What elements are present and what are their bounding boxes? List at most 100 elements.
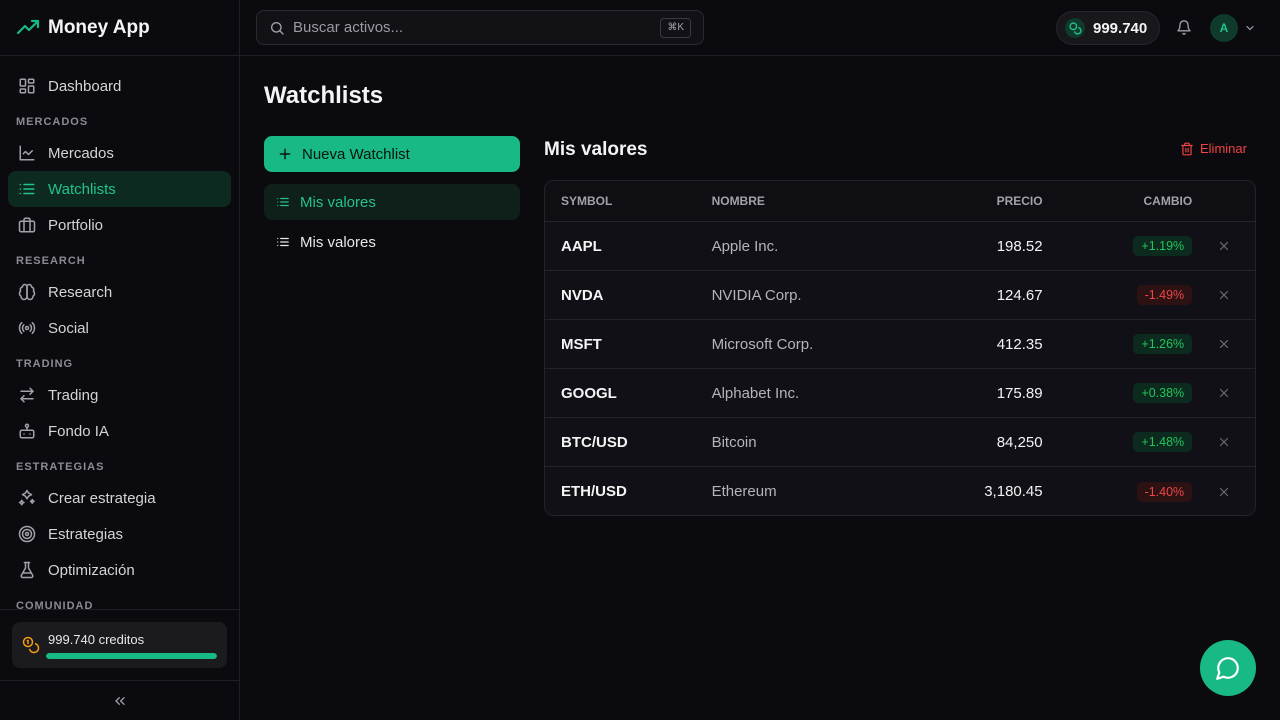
remove-row-button[interactable] [1192,486,1255,498]
change-cell: +0.38% [1043,383,1193,403]
sidebar-item-portfolio[interactable]: Portfolio [8,207,231,243]
credits-area: 999.740 creditos [0,609,239,680]
sidebar-item-estrategias[interactable]: Estrategias [8,516,231,552]
sidebar-item-optimización[interactable]: Optimización [8,552,231,588]
name-cell: Bitcoin [711,433,757,451]
close-icon [1218,486,1230,498]
target-icon [18,525,36,543]
credits-progress [46,653,217,659]
sidebar-item-dashboard[interactable]: Dashboard [8,68,231,104]
remove-row-button[interactable] [1192,289,1255,301]
name-cell: Ethereum [711,483,777,500]
trash-icon [1180,142,1194,156]
change-cell: -1.40% [1043,481,1193,502]
chat-button[interactable] [1200,640,1256,696]
dashboard-icon [18,77,36,95]
change-badge: -1.49% [1136,285,1193,305]
remove-row-button[interactable] [1192,387,1255,399]
sidebar-item-fondo-ia[interactable]: Fondo IA [8,413,231,449]
page-title: Watchlists [264,82,384,109]
change-badge: +1.48% [1133,432,1193,452]
sidebar-item-crear-estrategia[interactable]: Crear estrategia [8,480,231,516]
sidebar-item-label: Social [48,319,89,337]
list-icon [18,180,36,198]
sidebar-item-label: Crear estrategia [48,489,156,507]
close-icon [1218,387,1230,399]
price-cell: 175.89 [996,384,1043,402]
table-row[interactable]: NVDA NVIDIA Corp. 124.67 -1.49% [545,271,1255,320]
table-row[interactable]: MSFT Microsoft Corp. 412.35 +1.26% [545,320,1255,369]
price-cell: 3,180.45 [984,483,1043,500]
sidebar-item-research[interactable]: Research [8,274,231,310]
search-icon [269,20,285,36]
sidebar-item-label: Mercados [48,144,114,162]
table-body: AAPL Apple Inc. 198.52 +1.19% NVDA NVIDIA Cor… [545,222,1255,515]
trending-up-icon [16,16,40,40]
sidebar-item-label: Optimización [48,561,135,579]
plus-icon [278,147,292,161]
section-label-research: RESEARCH [16,255,86,267]
change-badge: +1.26% [1133,334,1193,354]
new-watchlist-button[interactable]: Nueva Watchlist [264,136,520,172]
watchlist-item[interactable]: Mis valores [264,184,520,220]
sidebar-item-label: Dashboard [48,77,122,95]
sidebar-nav: Dashboard MERCADOS Mercados Watchlists Portf… [0,68,239,610]
credits-label: 999.740 creditos [48,632,145,647]
close-icon [1218,289,1230,301]
search-bar[interactable]: ⌘K [256,10,704,45]
table-row[interactable]: AAPL Apple Inc. 198.52 +1.19% [545,222,1255,271]
change-cell: +1.19% [1043,236,1193,256]
symbol-cell: NVDA [561,286,604,304]
sidebar: Money App Dashboard MERCADOS Mercados Watch… [0,0,240,720]
watchlist-item-label: Mis valores [300,193,376,211]
name-cell: Alphabet Inc. [711,384,800,402]
watchlist-table: SYMBOL NOMBRE PRECIO CAMBIO AAPL Apple In… [544,180,1256,516]
remove-row-button[interactable] [1192,436,1255,448]
sidebar-item-watchlists[interactable]: Watchlists [8,171,231,207]
remove-row-button[interactable] [1192,338,1255,350]
radio-icon [18,319,36,337]
change-badge: +0.38% [1133,383,1193,403]
message-circle-icon [1215,655,1241,681]
collapse-sidebar-button[interactable] [0,680,239,720]
sidebar-item-mercados[interactable]: Mercados [8,135,231,171]
change-badge: +1.19% [1133,236,1193,256]
column-change[interactable]: CAMBIO [1043,194,1193,208]
column-symbol[interactable]: SYMBOL [545,194,712,208]
list-icon [276,235,290,249]
sidebar-item-label: Estrategias [48,525,124,543]
change-cell: -1.49% [1043,285,1193,305]
delete-label: Eliminar [1200,141,1247,156]
bot-icon [18,422,36,440]
chevrons-left-icon [112,693,128,709]
symbol-cell: ETH/USD [561,483,627,500]
table-row[interactable]: BTC/USD Bitcoin 84,250 +1.48% [545,418,1255,467]
avatar[interactable]: A [1210,14,1238,42]
table-row[interactable]: GOOGL Alphabet Inc. 175.89 +0.38% [545,369,1255,418]
column-price[interactable]: PRECIO [911,194,1043,208]
sparkles-icon [18,489,36,507]
chevron-down-icon[interactable] [1244,22,1256,34]
table-row[interactable]: ETH/USD Ethereum 3,180.45 -1.40% [545,467,1255,515]
brand-name: Money App [48,16,150,38]
watchlist-list: Mis valores Mis valores [264,184,520,264]
name-cell: NVIDIA Corp. [711,286,802,304]
symbol-cell: BTC/USD [561,433,628,451]
sidebar-item-trading[interactable]: Trading [8,377,231,413]
symbol-cell: MSFT [561,335,602,353]
delete-watchlist-button[interactable]: Eliminar [1180,141,1247,156]
sidebar-item-label: Watchlists [48,180,116,198]
search-input[interactable] [293,19,653,36]
list-icon [276,195,290,209]
change-cell: +1.26% [1043,334,1193,354]
watchlist-item[interactable]: Mis valores [264,224,520,260]
brand[interactable]: Money App [0,0,239,56]
credits-card[interactable]: 999.740 creditos [12,622,227,668]
sidebar-item-social[interactable]: Social [8,310,231,346]
sidebar-item-label: Trading [48,386,99,404]
column-name[interactable]: NOMBRE [712,194,911,208]
bell-icon[interactable] [1176,19,1192,36]
close-icon [1218,240,1230,252]
balance-pill[interactable]: 999.740 [1056,11,1160,45]
remove-row-button[interactable] [1192,240,1255,252]
